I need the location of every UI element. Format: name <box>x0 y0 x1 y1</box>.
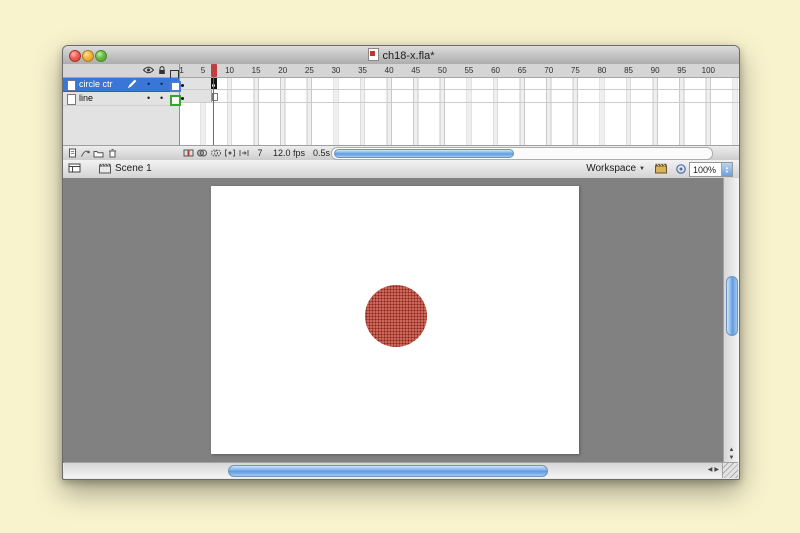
flash-document-icon <box>368 48 379 61</box>
ruler-number: 55 <box>464 66 473 75</box>
ruler-number: 80 <box>597 66 606 75</box>
vertical-scroll-arrows[interactable]: ▲ ▼ <box>724 446 739 462</box>
ruler-number: 5 <box>201 66 205 75</box>
current-frame-label: 7 <box>253 148 267 158</box>
frame-ruler[interactable]: 1510152025303540455055606570758085909510… <box>179 64 739 78</box>
layer-outline-color[interactable] <box>170 81 181 92</box>
frame-span-circle-ctr[interactable] <box>179 77 212 89</box>
scroll-down-icon[interactable]: ▼ <box>729 455 735 461</box>
workspace-button[interactable]: Workspace ▼ <box>586 163 645 174</box>
stage-canvas[interactable] <box>211 186 579 454</box>
center-frame-button[interactable] <box>182 147 194 159</box>
frame-rate-label[interactable]: 12.0 fps <box>273 148 305 158</box>
ruler-number: 70 <box>544 66 553 75</box>
pencil-icon <box>127 79 137 89</box>
zoom-level-select[interactable]: 100% ▲ ▼ <box>689 162 733 177</box>
add-motion-guide-button[interactable] <box>79 147 91 159</box>
layer-panel-header <box>63 64 179 78</box>
vertical-scrollbar-track[interactable]: ▲ ▼ <box>723 178 739 463</box>
ruler-number: 65 <box>518 66 527 75</box>
layer-type-icon <box>67 94 76 105</box>
timeline-scrollbar-track[interactable] <box>331 147 713 160</box>
onion-skin-button[interactable] <box>196 147 208 159</box>
onion-skin-outlines-button[interactable] <box>210 147 222 159</box>
ruler-number: 15 <box>252 66 261 75</box>
chevron-down-icon: ▼ <box>639 166 645 172</box>
row-divider <box>179 102 739 103</box>
layer-lock-toggle[interactable]: • <box>160 78 163 91</box>
timeline-scrollbar-thumb[interactable] <box>334 149 514 158</box>
flash-window: ch18-x.fla* 1510152025303540455055606570… <box>62 45 740 480</box>
scene-name-label: Scene 1 <box>115 163 152 174</box>
horizontal-scrollbar-thumb[interactable] <box>228 465 548 477</box>
edit-symbols-button[interactable] <box>675 163 687 175</box>
layer-row-circle-ctr[interactable]: circle ctr • • <box>63 78 179 92</box>
delete-layer-button[interactable] <box>106 147 118 159</box>
ruler-number: 75 <box>571 66 580 75</box>
ruler-number: 90 <box>651 66 660 75</box>
layer-type-icon <box>67 80 76 91</box>
ruler-number: 60 <box>491 66 500 75</box>
insert-layer-folder-button[interactable] <box>92 147 104 159</box>
red-circle-shape[interactable] <box>365 285 427 347</box>
layer-name: line <box>79 93 93 103</box>
ruler-number: 20 <box>278 66 287 75</box>
edit-multiple-frames-button[interactable] <box>224 147 236 159</box>
window-title: ch18-x.fla* <box>383 50 435 62</box>
pasteboard[interactable]: ▲ ▼ <box>63 178 739 463</box>
playhead-line <box>213 77 214 146</box>
desktop-background: { "window": { "title": "ch18-x.fla*" }, … <box>0 0 800 533</box>
scroll-right-icon[interactable]: ▶ <box>714 467 721 473</box>
layer-lock-toggle[interactable]: • <box>160 92 163 105</box>
layer-panel: circle ctr • • line • • <box>63 64 180 146</box>
timeline-panel: 1510152025303540455055606570758085909510… <box>63 64 739 161</box>
scene-breadcrumb: Scene 1 <box>99 163 152 174</box>
timeline-frames-grid[interactable] <box>179 77 739 146</box>
horizontal-scrollbar-track[interactable]: ◀▶ <box>64 462 723 478</box>
window-titlebar[interactable]: ch18-x.fla* <box>63 46 739 65</box>
elapsed-time-label: 0.5s <box>313 148 330 158</box>
vertical-scrollbar-thumb[interactable] <box>726 276 738 336</box>
ruler-number: 100 <box>702 66 715 75</box>
layer-name: circle ctr <box>79 79 113 89</box>
keyframe-dot[interactable] <box>181 84 184 87</box>
row-divider <box>179 89 739 90</box>
ruler-number: 25 <box>305 66 314 75</box>
zoom-stepper-icon[interactable]: ▲ ▼ <box>721 163 732 176</box>
modify-onion-markers-button[interactable] <box>238 147 250 159</box>
layer-outline-color[interactable] <box>170 95 181 106</box>
ruler-number: 95 <box>677 66 686 75</box>
lock-all-icon[interactable] <box>158 66 166 75</box>
edit-scene-button[interactable] <box>655 163 667 174</box>
keyframe-dot[interactable] <box>181 97 184 100</box>
layer-visibility-toggle[interactable]: • <box>147 78 150 91</box>
ruler-number: 40 <box>385 66 394 75</box>
ruler-number: 30 <box>331 66 340 75</box>
zoom-level-value: 100% <box>690 165 721 175</box>
workspace-label: Workspace <box>586 163 636 174</box>
ruler-number: 85 <box>624 66 633 75</box>
selected-frame[interactable] <box>211 77 217 89</box>
show-hide-all-icon[interactable] <box>143 66 154 74</box>
ruler-number: 35 <box>358 66 367 75</box>
clapperboard-icon <box>99 163 111 174</box>
timeline-toggle-button[interactable] <box>68 163 81 173</box>
ruler-number: 1 <box>179 66 183 75</box>
layer-row-line[interactable]: line • • <box>63 92 179 106</box>
playhead[interactable] <box>211 64 217 77</box>
layer-visibility-toggle[interactable]: • <box>147 92 150 105</box>
frame-span-line[interactable] <box>179 90 212 102</box>
ruler-number: 45 <box>411 66 420 75</box>
horizontal-scroll-arrows[interactable]: ◀▶ <box>708 466 721 473</box>
insert-layer-button[interactable] <box>66 147 78 159</box>
stepper-down-icon: ▼ <box>725 170 729 174</box>
window-title-group: ch18-x.fla* <box>63 48 739 62</box>
edit-bar: Scene 1 Workspace ▼ 100% ▲ ▼ <box>63 160 739 179</box>
timeline-status-bar: 7 12.0 fps 0.5s <box>63 145 739 160</box>
scroll-up-icon[interactable]: ▲ <box>729 447 735 453</box>
ruler-number: 10 <box>225 66 234 75</box>
ruler-number: 50 <box>438 66 447 75</box>
window-resize-grip[interactable] <box>722 462 738 478</box>
